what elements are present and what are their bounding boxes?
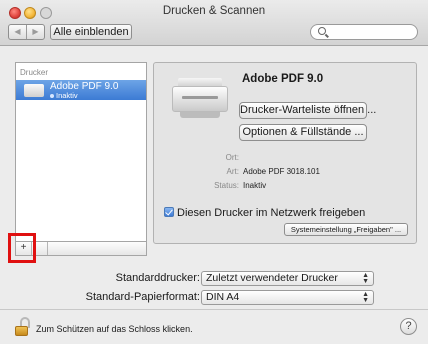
default-printer-label: Standarddrucker: — [115, 272, 200, 284]
status-label: Status: — [214, 181, 239, 190]
open-print-queue-button[interactable]: Drucker-Warteliste öffnen ... — [239, 102, 376, 119]
search-icon — [318, 27, 326, 35]
sharing-preferences-button[interactable]: Systemeinstellung „Freigaben" ... — [284, 223, 408, 236]
popup-arrows-icon: ▲ ▼ — [362, 272, 369, 285]
printer-item-status-text: Inaktiv — [56, 91, 78, 100]
add-printer-highlight — [8, 233, 36, 263]
printer-list[interactable]: Drucker Adobe PDF 9.0 Inaktiv — [15, 62, 147, 242]
lock-icon[interactable] — [15, 317, 31, 337]
kind-value: Adobe PDF 3018.101 — [243, 167, 320, 176]
show-all-button[interactable]: Alle einblenden — [50, 24, 132, 40]
printer-name: Adobe PDF 9.0 — [242, 73, 324, 85]
back-forward-buttons: ◀ ▶ — [8, 24, 45, 40]
search-field[interactable] — [310, 24, 418, 40]
title-bar: Drucken & Scannen ◀ ▶ Alle einblenden — [0, 0, 428, 46]
paper-size-label: Standard-Papierformat: — [85, 291, 200, 303]
status-dot-icon — [50, 94, 54, 99]
share-checkbox-label: Diesen Drucker im Netzwerk freigeben — [177, 207, 366, 219]
kind-label: Art: — [226, 167, 239, 176]
printer-detail-panel: Adobe PDF 9.0 Drucker-Warteliste öffnen … — [153, 62, 417, 244]
paper-size-value: DIN A4 — [206, 291, 240, 303]
share-printer-option[interactable]: Diesen Drucker im Netzwerk freigeben — [164, 207, 365, 219]
location-label: Ort: — [225, 153, 239, 162]
printer-list-header: Drucker — [20, 68, 49, 77]
printer-device-icon — [172, 78, 228, 122]
share-checkbox[interactable] — [164, 207, 174, 217]
lock-hint-text: Zum Schützen auf das Schloss klicken. — [36, 324, 193, 334]
back-arrow-icon[interactable]: ◀ — [9, 25, 27, 39]
default-printer-value: Zuletzt verwendeter Drucker — [206, 272, 338, 284]
footer-bar: Zum Schützen auf das Schloss klicken. ? — [0, 309, 428, 344]
printer-item-status: Inaktiv — [50, 91, 78, 100]
paper-size-popup[interactable]: DIN A4 ▲ ▼ — [201, 290, 374, 305]
window-title: Drucken & Scannen — [162, 5, 266, 17]
options-supplies-button[interactable]: Optionen & Füllstände ... — [239, 124, 367, 141]
search-input[interactable] — [331, 26, 413, 38]
printer-icon — [24, 84, 44, 97]
popup-arrows-icon: ▲ ▼ — [362, 291, 369, 304]
status-value: Inaktiv — [243, 181, 267, 190]
default-printer-popup[interactable]: Zuletzt verwendeter Drucker ▲ ▼ — [201, 271, 374, 286]
forward-arrow-icon[interactable]: ▶ — [27, 25, 44, 39]
printer-list-item[interactable]: Adobe PDF 9.0 Inaktiv — [16, 80, 146, 100]
help-button[interactable]: ? — [400, 318, 417, 335]
